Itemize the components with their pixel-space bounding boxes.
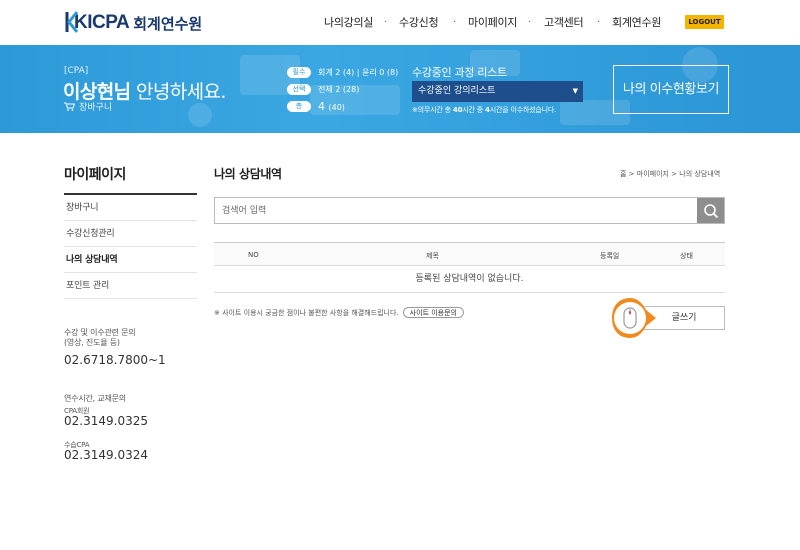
col-no: NO bbox=[248, 251, 259, 259]
nav-item-my-classroom[interactable]: 나의강의실 bbox=[324, 14, 373, 30]
top-header: KICPA 회계연수원 나의강의실 · 수강신청 · 마이페이지 · 고객센터 … bbox=[0, 0, 800, 45]
nav-separator: · bbox=[528, 17, 532, 28]
contact-phone-trainee: 02.3149.0324 bbox=[64, 448, 148, 462]
search-input[interactable] bbox=[215, 198, 697, 223]
contact-phone-course: 02.6718.7800~1 bbox=[64, 353, 166, 367]
contact-phone-cpa: 02.3149.0325 bbox=[64, 414, 148, 428]
col-date: 등록일 bbox=[600, 252, 620, 260]
credit-tag: 선택 bbox=[287, 83, 311, 95]
nav-separator: · bbox=[453, 17, 457, 28]
caret-down-icon: ▼ bbox=[572, 87, 578, 95]
logout-button[interactable]: LOGOUT bbox=[685, 15, 724, 29]
user-banner: [CPA] 이상현님 안녕하세요. 장바구니 필수 회계 2 (4) | 윤리 … bbox=[0, 45, 800, 133]
completion-status-button[interactable]: 나의 이수현황보기 bbox=[613, 65, 729, 114]
nav-separator: · bbox=[597, 17, 601, 28]
mouse-icon bbox=[612, 298, 656, 338]
credit-total: 총 4 (40) bbox=[287, 99, 345, 113]
table-empty-row: 등록된 상담내역이 없습니다. bbox=[214, 266, 725, 293]
greeting-suffix: 안녕하세요. bbox=[135, 81, 226, 103]
contact-label-hours: 연수시간, 교재문의 bbox=[64, 394, 126, 403]
cart-link[interactable]: 장바구니 bbox=[64, 100, 112, 113]
cart-label: 장바구니 bbox=[79, 103, 113, 113]
credit-elective: 선택 전체 2 (28) bbox=[287, 83, 359, 95]
nav-item-customer-center[interactable]: 고객센터 bbox=[544, 14, 584, 30]
credit-required: 필수 회계 2 (4) | 윤리 0 (8) bbox=[287, 66, 398, 78]
contact-label-course: 수강 및 이수관련 문의 (영상, 진도율 등) bbox=[64, 328, 136, 347]
search-button[interactable] bbox=[697, 198, 724, 223]
nav-item-institute[interactable]: 회계연수원 bbox=[612, 14, 661, 30]
sidebar-title: 마이페이지 bbox=[64, 167, 126, 183]
inquiry-notice: ※ 사이트 이용시 궁금한 점이나 불편한 사항을 해결해드립니다. 사이트 이… bbox=[214, 307, 464, 318]
member-grade: [CPA] bbox=[64, 66, 89, 76]
credit-tag: 총 bbox=[287, 100, 311, 112]
sidebar-item-cart[interactable]: 장바구니 bbox=[64, 195, 197, 221]
nav-item-enroll[interactable]: 수강신청 bbox=[399, 14, 439, 30]
course-select-value: 수강중인 강의리스트 bbox=[418, 86, 496, 96]
search-icon bbox=[703, 203, 718, 218]
sidebar-item-consult-history[interactable]: 나의 상담내역 bbox=[64, 247, 197, 273]
credit-total-value: 4 (40) bbox=[318, 99, 345, 113]
sidebar-menu: 장바구니 수강신청관리 나의 상담내역 포인트 관리 bbox=[64, 195, 197, 299]
course-list-title: 수강중인 과정 리스트 bbox=[412, 66, 507, 79]
credit-tag: 필수 bbox=[287, 66, 311, 78]
credit-text: 전체 2 (28) bbox=[318, 84, 360, 94]
breadcrumb: 홈 > 마이페이지 > 나의 상담내역 bbox=[620, 170, 721, 178]
search-box bbox=[214, 197, 725, 224]
col-title: 제목 bbox=[426, 252, 439, 260]
page-title: 나의 상담내역 bbox=[214, 167, 282, 181]
nav-separator: · bbox=[384, 17, 388, 28]
col-status: 상태 bbox=[680, 252, 693, 260]
consult-table: NO 제목 등록일 상태 등록된 상담내역이 없습니다. bbox=[214, 242, 725, 293]
sidebar-item-enroll-manage[interactable]: 수강신청관리 bbox=[64, 221, 197, 247]
credit-text: 회계 2 (4) | 윤리 0 (8) bbox=[318, 67, 399, 77]
course-hours-note: ※의무시간 총 40시간 중 4시간을 이수하셨습니다. bbox=[412, 106, 557, 114]
nav-item-mypage[interactable]: 마이페이지 bbox=[468, 14, 517, 30]
site-inquiry-button[interactable]: 사이트 이용문의 bbox=[402, 307, 464, 318]
main-nav: 나의강의실 · 수강신청 · 마이페이지 · 고객센터 · 회계연수원 bbox=[0, 14, 800, 30]
sidebar-item-points[interactable]: 포인트 관리 bbox=[64, 273, 197, 299]
course-select[interactable]: 수강중인 강의리스트 ▼ bbox=[412, 81, 583, 102]
notice-text: ※ 사이트 이용시 궁금한 점이나 불편한 사항을 해결해드립니다. bbox=[214, 308, 399, 317]
cart-icon bbox=[64, 102, 75, 111]
table-header: NO 제목 등록일 상태 bbox=[214, 242, 725, 266]
